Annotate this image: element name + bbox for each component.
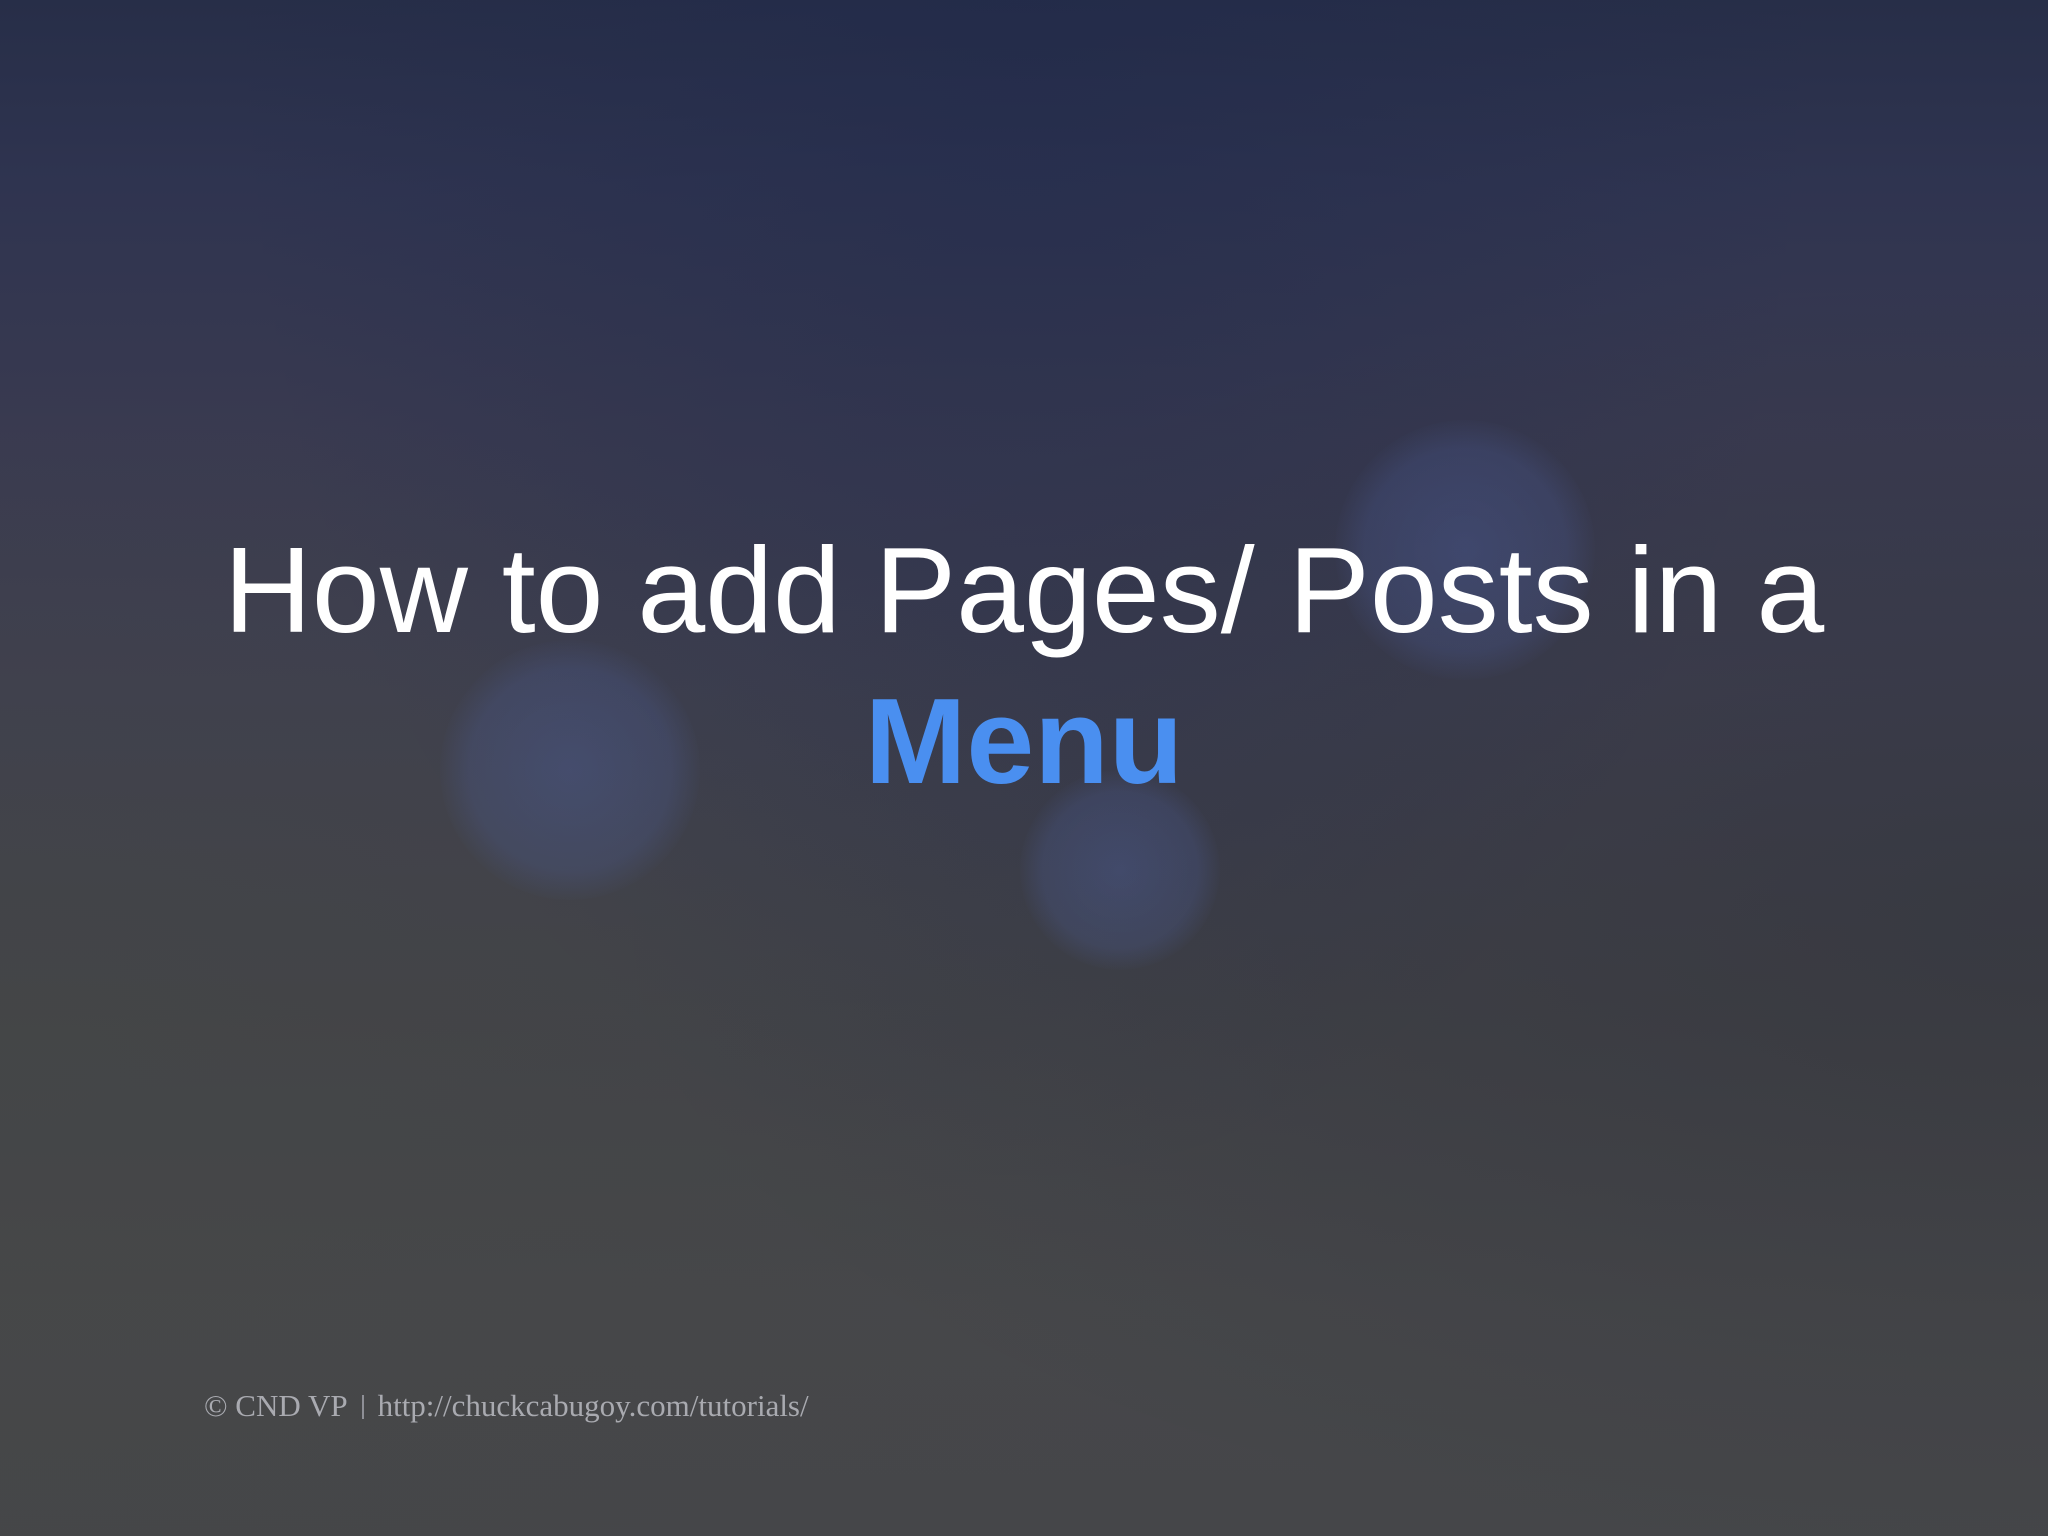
footer-separator (361, 1395, 364, 1419)
slide-title: How to add Pages/ Posts in a Menu (0, 505, 2048, 827)
slide: How to add Pages/ Posts in a Menu © CND … (0, 0, 2048, 1536)
title-line-1: How to add Pages/ Posts in a (223, 522, 1825, 658)
footer-url: http://chuckcabugoy.com/tutorials/ (377, 1388, 809, 1423)
footer-credit: © CND VP http://chuckcabugoy.com/tutorial… (204, 1388, 809, 1424)
title-line-2-highlight: Menu (864, 672, 1184, 809)
copyright-text: © CND VP (204, 1388, 348, 1423)
